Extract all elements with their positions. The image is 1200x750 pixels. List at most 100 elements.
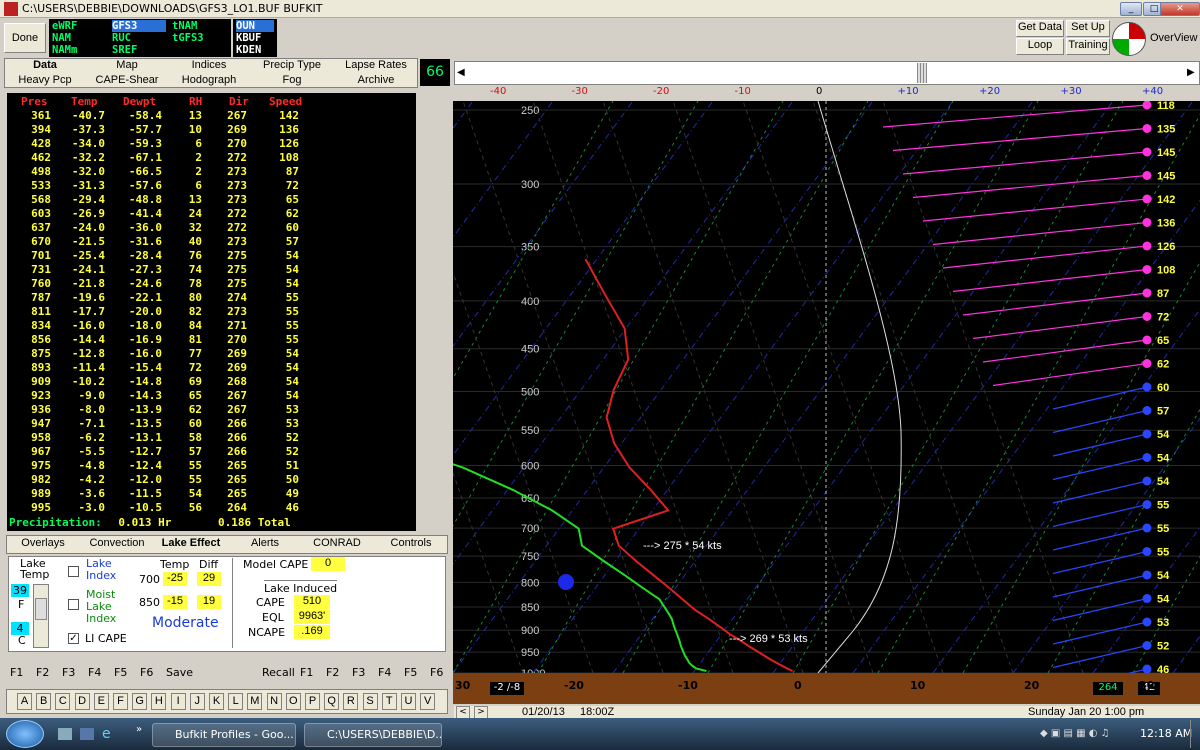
- slider-thumb[interactable]: [35, 598, 47, 620]
- model-list-3[interactable]: tNAM tGFS3: [169, 19, 231, 57]
- moist-lake-index-checkbox[interactable]: [68, 599, 79, 610]
- model-nam[interactable]: NAM: [52, 32, 106, 44]
- time-scrollbar[interactable]: ◀ ▶: [454, 61, 1200, 85]
- letter-o[interactable]: O: [285, 693, 301, 710]
- overview-logo-icon[interactable]: [1112, 22, 1146, 56]
- fkey-right-2[interactable]: F2: [326, 666, 339, 679]
- taskbar-app-bufkit[interactable]: C:\USERS\DEBBIE\D...: [304, 723, 442, 747]
- letter-v[interactable]: V: [420, 693, 436, 710]
- table-cell: -6.2: [78, 431, 106, 444]
- tab-indices[interactable]: Indices: [168, 59, 250, 71]
- li-cape-checkbox[interactable]: ✓: [68, 633, 79, 644]
- station-kbuf[interactable]: KBUF: [236, 32, 274, 44]
- letter-n[interactable]: N: [266, 693, 282, 710]
- model-list-1[interactable]: eWRF NAM NAMm: [49, 19, 109, 57]
- letter-f[interactable]: F: [113, 693, 128, 710]
- tab-archive[interactable]: Archive: [334, 74, 418, 86]
- tab-fog[interactable]: Fog: [250, 74, 334, 86]
- letter-k[interactable]: K: [209, 693, 224, 710]
- letter-c[interactable]: C: [55, 693, 71, 710]
- model-sref[interactable]: SREF: [112, 44, 166, 56]
- letter-e[interactable]: E: [93, 693, 109, 710]
- isotherm: [453, 101, 474, 130]
- chevron-icon[interactable]: »: [136, 724, 142, 735]
- wind-barb-dot: [1142, 406, 1152, 415]
- tab-overlays[interactable]: Overlays: [6, 537, 80, 549]
- explorer-icon[interactable]: [80, 728, 94, 740]
- model-list-2[interactable]: GFS3 RUC SREF: [109, 19, 169, 57]
- letter-h[interactable]: H: [151, 693, 167, 710]
- model-gfs3[interactable]: GFS3: [112, 20, 166, 32]
- station-kden[interactable]: KDEN: [236, 44, 274, 56]
- letter-s[interactable]: S: [362, 693, 378, 710]
- minimize-button[interactable]: _: [1120, 2, 1142, 16]
- recall-button[interactable]: Recall: [262, 666, 295, 679]
- lake-temp-f[interactable]: 39: [11, 584, 29, 597]
- tray-icons[interactable]: ◆ ▣ ▤ ▦ ◐ ♫: [1040, 728, 1140, 740]
- start-button[interactable]: [6, 720, 44, 748]
- station-list[interactable]: OUN KBUF KDEN: [233, 19, 277, 57]
- model-tgfs3[interactable]: tGFS3: [172, 32, 228, 44]
- fkey-right-3[interactable]: F3: [352, 666, 365, 679]
- tab-map[interactable]: Map: [86, 59, 168, 71]
- letter-t[interactable]: T: [381, 693, 397, 710]
- tab-data[interactable]: Data: [4, 59, 86, 71]
- tab-controls[interactable]: Controls: [374, 537, 448, 549]
- scroll-thumb[interactable]: [917, 63, 927, 83]
- fkey-left-3[interactable]: F3: [62, 666, 75, 679]
- training-button[interactable]: Training: [1066, 38, 1110, 55]
- lake-index-checkbox[interactable]: [68, 566, 79, 577]
- fkey-left-2[interactable]: F2: [36, 666, 49, 679]
- letter-q[interactable]: Q: [324, 693, 340, 710]
- fkey-right-4[interactable]: F4: [378, 666, 391, 679]
- show-desktop-button[interactable]: [1190, 720, 1200, 748]
- letter-p[interactable]: P: [305, 693, 320, 710]
- tab-lapse-rates[interactable]: Lapse Rates: [334, 59, 418, 71]
- letter-l[interactable]: L: [228, 693, 244, 710]
- skew-t-diagram[interactable]: 2503003504004505005506006507007508008509…: [453, 101, 1200, 673]
- done-button[interactable]: Done: [4, 23, 46, 53]
- ie-icon[interactable]: e: [102, 726, 111, 742]
- letter-d[interactable]: D: [74, 693, 90, 710]
- letter-j[interactable]: J: [189, 693, 205, 710]
- scroll-right-icon[interactable]: ▶: [1187, 67, 1195, 78]
- tab-hodograph[interactable]: Hodograph: [168, 74, 250, 86]
- fkey-left-1[interactable]: F1: [10, 666, 23, 679]
- letter-m[interactable]: M: [247, 693, 263, 710]
- model-tnam[interactable]: tNAM: [172, 20, 228, 32]
- fkey-right-6[interactable]: F6: [430, 666, 443, 679]
- letter-i[interactable]: I: [170, 693, 186, 710]
- wind-speed-label: 87: [1157, 288, 1169, 300]
- model-namm[interactable]: NAMm: [52, 44, 106, 56]
- tab-heavy-pcp[interactable]: Heavy Pcp: [4, 74, 86, 86]
- set-up-button[interactable]: Set Up: [1066, 20, 1110, 37]
- tab-convection[interactable]: Convection: [80, 537, 154, 549]
- letter-u[interactable]: U: [401, 693, 416, 710]
- tab-conrad[interactable]: CONRAD: [300, 537, 374, 549]
- fkey-right-1[interactable]: F1: [300, 666, 313, 679]
- scroll-left-icon[interactable]: ◀: [457, 67, 465, 78]
- tab-alerts[interactable]: Alerts: [228, 537, 302, 549]
- letter-g[interactable]: G: [132, 693, 148, 710]
- close-button[interactable]: ✕: [1160, 2, 1200, 16]
- station-oun[interactable]: OUN: [236, 20, 274, 32]
- fkey-right-5[interactable]: F5: [404, 666, 417, 679]
- lake-temp-slider[interactable]: [33, 584, 49, 648]
- letter-b[interactable]: B: [36, 693, 52, 710]
- desktop-icon[interactable]: [58, 728, 72, 740]
- model-ewrf[interactable]: eWRF: [52, 20, 106, 32]
- loop-button[interactable]: Loop: [1016, 38, 1064, 55]
- tab-precip-type[interactable]: Precip Type: [250, 59, 334, 71]
- tab-cape-shear[interactable]: CAPE-Shear: [86, 74, 168, 86]
- get-data-button[interactable]: Get Data: [1016, 20, 1064, 37]
- model-ruc[interactable]: RUC: [112, 32, 166, 44]
- fkey-left-4[interactable]: F4: [88, 666, 101, 679]
- fkey-left-6[interactable]: F6: [140, 666, 153, 679]
- save-button[interactable]: Save: [166, 666, 193, 679]
- letter-a[interactable]: A: [17, 693, 32, 710]
- fkey-left-5[interactable]: F5: [114, 666, 127, 679]
- overview-label[interactable]: OverView: [1150, 32, 1197, 44]
- letter-r[interactable]: R: [343, 693, 359, 710]
- tab-lake-effect[interactable]: Lake Effect: [154, 537, 228, 549]
- taskbar-app-chrome[interactable]: Bufkit Profiles - Goo...: [152, 723, 296, 747]
